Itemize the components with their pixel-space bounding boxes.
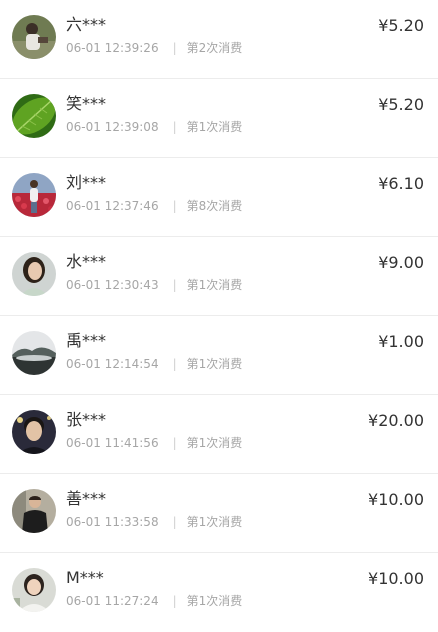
amount: ¥10.00 (368, 569, 424, 588)
purchase-count: 第1次消费 (186, 436, 243, 450)
record-time: 06-01 12:37:46 (66, 199, 159, 213)
purchase-count: 第2次消费 (186, 41, 243, 55)
list-item[interactable]: M*** 06-01 11:27:24 | 第1次消费 ¥10.00 (0, 553, 438, 632)
purchase-count: 第1次消费 (186, 357, 243, 371)
avatar-woman-portrait-icon (12, 252, 56, 296)
separator: | (172, 120, 177, 134)
record-time: 06-01 12:14:54 (66, 357, 159, 371)
separator: | (172, 41, 177, 55)
separator: | (172, 278, 177, 292)
avatar[interactable] (12, 410, 56, 454)
record-meta: 06-01 12:39:08 | 第1次消费 (66, 119, 242, 135)
record-time: 06-01 11:27:24 (66, 594, 159, 608)
record-time: 06-01 12:39:26 (66, 41, 159, 55)
list-item[interactable]: 善*** 06-01 11:33:58 | 第1次消费 ¥10.00 (0, 474, 438, 553)
record-time: 06-01 12:30:43 (66, 278, 159, 292)
avatar-green-leaf-icon (12, 94, 56, 138)
user-name: 刘*** (66, 173, 107, 192)
avatar[interactable] (12, 173, 56, 217)
record-meta: 06-01 12:37:46 | 第8次消费 (66, 198, 242, 214)
list-item[interactable]: 六*** 06-01 12:39:26 | 第2次消费 ¥5.20 (0, 0, 438, 79)
record-meta: 06-01 12:30:43 | 第1次消费 (66, 277, 242, 293)
amount: ¥20.00 (368, 411, 424, 430)
purchase-count: 第1次消费 (186, 120, 243, 134)
user-name: 禹*** (66, 331, 107, 350)
user-name: 张*** (66, 410, 107, 429)
list-item[interactable]: 笑*** 06-01 12:39:08 | 第1次消费 ¥5.20 (0, 79, 438, 158)
avatar[interactable] (12, 252, 56, 296)
record-meta: 06-01 11:41:56 | 第1次消费 (66, 435, 242, 451)
list-item[interactable]: 水*** 06-01 12:30:43 | 第1次消费 ¥9.00 (0, 237, 438, 316)
list-item[interactable]: 刘*** 06-01 12:37:46 | 第8次消费 ¥6.10 (0, 158, 438, 237)
record-meta: 06-01 11:33:58 | 第1次消费 (66, 514, 242, 530)
avatar[interactable] (12, 489, 56, 533)
amount: ¥6.10 (378, 174, 424, 193)
purchase-count: 第8次消费 (186, 199, 243, 213)
amount: ¥5.20 (378, 95, 424, 114)
user-name: 六*** (66, 15, 107, 34)
separator: | (172, 199, 177, 213)
avatar[interactable] (12, 94, 56, 138)
list-item[interactable]: 禹*** 06-01 12:14:54 | 第1次消费 ¥1.00 (0, 316, 438, 395)
avatar-young-man-icon (12, 410, 56, 454)
avatar-woman-light-icon (12, 568, 56, 612)
user-name: 笑*** (66, 94, 107, 113)
record-meta: 06-01 12:39:26 | 第2次消费 (66, 40, 242, 56)
record-time: 06-01 11:41:56 (66, 436, 159, 450)
purchase-count: 第1次消费 (186, 278, 243, 292)
amount: ¥1.00 (378, 332, 424, 351)
record-time: 06-01 12:39:08 (66, 120, 159, 134)
amount: ¥9.00 (378, 253, 424, 272)
avatar-man-outdoors-icon (12, 15, 56, 59)
avatar-man-dark-shirt-icon (12, 489, 56, 533)
avatar[interactable] (12, 15, 56, 59)
user-name: 水*** (66, 252, 107, 271)
record-meta: 06-01 11:27:24 | 第1次消费 (66, 593, 242, 609)
avatar-flower-field-icon (12, 173, 56, 217)
separator: | (172, 594, 177, 608)
separator: | (172, 515, 177, 529)
payment-record-list: 六*** 06-01 12:39:26 | 第2次消费 ¥5.20 笑*** 06-… (0, 0, 438, 632)
record-time: 06-01 11:33:58 (66, 515, 159, 529)
avatar-misty-landscape-icon (12, 331, 56, 375)
separator: | (172, 436, 177, 450)
amount: ¥5.20 (378, 16, 424, 35)
list-item[interactable]: 张*** 06-01 11:41:56 | 第1次消费 ¥20.00 (0, 395, 438, 474)
purchase-count: 第1次消费 (186, 594, 243, 608)
amount: ¥10.00 (368, 490, 424, 509)
record-meta: 06-01 12:14:54 | 第1次消费 (66, 356, 242, 372)
purchase-count: 第1次消费 (186, 515, 243, 529)
user-name: 善*** (66, 489, 107, 508)
separator: | (172, 357, 177, 371)
avatar[interactable] (12, 331, 56, 375)
avatar[interactable] (12, 568, 56, 612)
user-name: M*** (66, 568, 104, 587)
